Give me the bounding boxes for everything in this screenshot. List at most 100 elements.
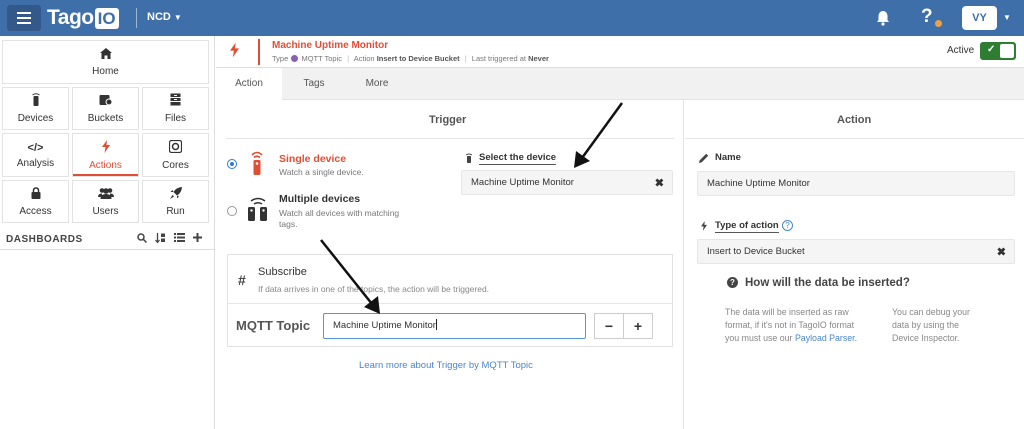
topbar-divider [136, 8, 137, 28]
bell-icon[interactable] [874, 9, 892, 27]
how-inserted-col1: The data will be inserted as raw format,… [725, 306, 857, 345]
sidebar-item-label: Users [92, 205, 119, 217]
pencil-icon [699, 153, 709, 163]
multiple-devices-radio[interactable] [227, 206, 237, 216]
select-device-label: Select the device [479, 152, 557, 165]
type-of-action-value: Insert to Device Bucket [707, 246, 805, 257]
single-device-title[interactable]: Single device [279, 153, 346, 165]
clear-icon[interactable]: ✖ [997, 245, 1006, 258]
add-topic-button[interactable]: + [623, 313, 653, 339]
notification-dot [935, 20, 942, 27]
payload-parser-link[interactable]: Payload Parser. [795, 333, 857, 343]
select-device-field[interactable]: Machine Uptime Monitor ✖ [461, 170, 673, 195]
sidebar-item-buckets[interactable]: Buckets [72, 87, 139, 130]
info-line: The data will be inserted as raw [725, 307, 849, 317]
hash-icon: # [238, 272, 246, 288]
tabs-bar: Action Tags More [216, 68, 1024, 101]
info-line: you must use our Payload Parser. [725, 332, 857, 345]
sidebar-item-devices[interactable]: Devices [2, 87, 69, 130]
menu-toggle-button[interactable] [7, 5, 41, 31]
sidebar-item-label: Cores [162, 159, 189, 171]
mqtt-topic-value: Machine Uptime Monitor [333, 320, 436, 331]
sidebar-item-users[interactable]: Users [72, 180, 139, 223]
toggle-knob [1000, 44, 1014, 58]
single-device-desc: Watch a single device. [279, 167, 364, 177]
active-label: Active [947, 45, 975, 56]
type-of-action-field[interactable]: Insert to Device Bucket ✖ [697, 239, 1015, 264]
sidebar-item-label: Run [166, 205, 185, 217]
tab-action[interactable]: Action [216, 68, 282, 101]
name-value: Machine Uptime Monitor [707, 178, 810, 189]
sidebar-item-files[interactable]: Files [142, 87, 209, 130]
bolt-icon [230, 42, 239, 58]
chevron-down-icon: ▼ [173, 13, 182, 22]
hamburger-icon [17, 17, 31, 19]
sidebar-item-access[interactable]: Access [2, 180, 69, 223]
meta-type-label: Type [272, 54, 289, 63]
trigger-panel: Trigger Single device Watch a single dev… [216, 100, 684, 429]
user-avatar[interactable]: VY [962, 6, 997, 30]
sidebar-item-home[interactable]: Home [2, 40, 209, 84]
desc-line: tags. [279, 219, 298, 229]
sidebar-item-label: Analysis [16, 157, 55, 169]
type-of-action-label: Type of action [715, 220, 779, 233]
active-toggle[interactable]: ✓ [980, 42, 1016, 60]
device-icon [466, 153, 472, 163]
bucket-icon [99, 94, 113, 109]
meta-action-label: Action [353, 54, 375, 63]
divider [226, 138, 674, 139]
add-icon[interactable] [193, 233, 202, 242]
sidebar-item-label: Buckets [87, 112, 124, 124]
list-icon[interactable] [174, 233, 185, 242]
top-bar: Tago IO NCD ▼ ? VY ▼ [0, 0, 1024, 36]
sidebar-item-actions[interactable]: Actions [72, 133, 139, 177]
action-title: Machine Uptime Monitor [272, 40, 389, 51]
dashboards-heading: DASHBOARDS [6, 234, 83, 245]
how-inserted-col2: You can debug your data by using the Dev… [892, 306, 970, 345]
code-icon: </> [27, 141, 44, 154]
lock-icon [31, 186, 41, 202]
sidebar-item-label: Access [19, 205, 52, 217]
core-icon [168, 139, 183, 156]
chevron-down-icon[interactable]: ▼ [1003, 13, 1011, 22]
users-icon [97, 187, 114, 202]
accent-bar [258, 39, 260, 65]
sidebar-item-label: Devices [17, 113, 54, 124]
search-icon[interactable] [137, 233, 147, 243]
help-icon[interactable]: ? [782, 220, 793, 231]
rocket-icon [169, 186, 182, 202]
profile-name: NCD [147, 11, 171, 23]
tab-tags[interactable]: Tags [282, 68, 346, 100]
info-text: you must use our [725, 333, 793, 343]
help-icon[interactable]: ? [921, 6, 933, 28]
sidebar-item-run[interactable]: Run [142, 180, 209, 223]
info-line: Device Inspector. [892, 333, 960, 343]
clear-icon[interactable]: ✖ [655, 176, 664, 189]
dashboards-toolbar [137, 233, 202, 243]
multiple-devices-desc: Watch all devices with matching tags. [279, 208, 399, 230]
desc-line: Watch all devices with matching [279, 208, 400, 218]
meta-separator: | [347, 54, 350, 63]
tagoio-logo[interactable]: Tago IO [47, 5, 119, 31]
sidebar: Home Devices Buckets Files </> Analysis … [0, 36, 215, 429]
name-label: Name [715, 152, 741, 163]
mqtt-topic-input[interactable]: Machine Uptime Monitor [323, 313, 586, 339]
learn-more-link[interactable]: Learn more about Trigger by MQTT Topic [359, 360, 533, 371]
single-device-radio[interactable] [227, 159, 237, 169]
check-icon: ✓ [987, 44, 996, 55]
tab-more[interactable]: More [346, 68, 408, 100]
sidebar-item-analysis[interactable]: </> Analysis [2, 133, 69, 177]
sidebar-item-cores[interactable]: Cores [142, 133, 209, 177]
name-field[interactable]: Machine Uptime Monitor [697, 171, 1015, 196]
trigger-title: Trigger [429, 114, 467, 126]
multiple-devices-title[interactable]: Multiple devices [279, 193, 360, 205]
remove-topic-button[interactable]: − [594, 313, 624, 339]
sort-alpha-icon[interactable] [155, 233, 166, 243]
question-circle-icon: ? [727, 277, 738, 288]
device-icon [31, 93, 40, 109]
profile-selector[interactable]: NCD ▼ [147, 11, 182, 23]
meta-last-triggered-value: Never [528, 54, 549, 63]
info-line: You can debug your [892, 307, 970, 317]
device-icon [251, 151, 263, 175]
action-header: Machine Uptime Monitor Type MQTT Topic |… [216, 36, 1024, 68]
